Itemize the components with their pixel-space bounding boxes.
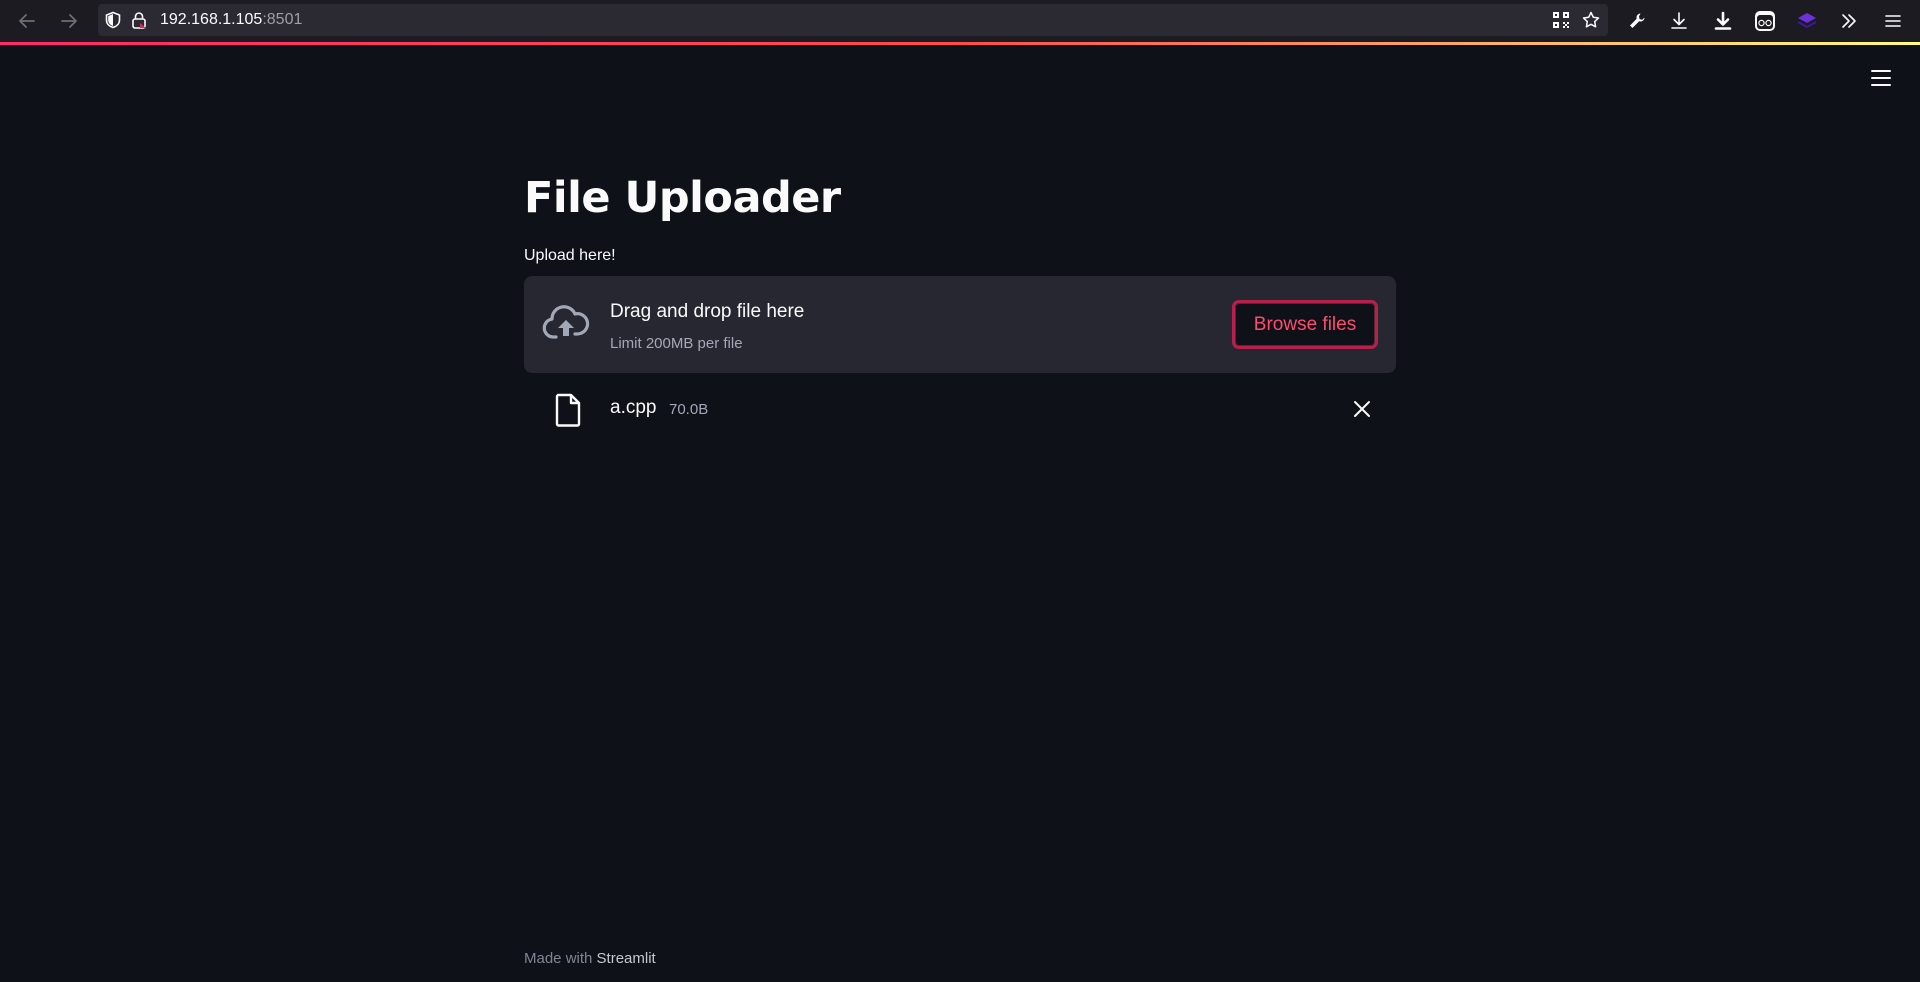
file-dropzone[interactable]: Drag and drop file here Limit 200MB per … bbox=[524, 276, 1396, 373]
url-bar[interactable]: 192.168.1.105:8501 bbox=[98, 4, 1608, 36]
file-size: 70.0B bbox=[669, 401, 709, 418]
layers-icon bbox=[1797, 13, 1817, 29]
back-button[interactable] bbox=[14, 8, 40, 34]
remove-file-button[interactable] bbox=[1348, 395, 1376, 423]
download-icon bbox=[1671, 12, 1687, 29]
browser-toolbar: 192.168.1.105:8501 bbox=[0, 0, 1920, 42]
page-load-bar bbox=[0, 42, 1920, 45]
chevrons-right-icon bbox=[1842, 14, 1856, 28]
download-manager-button[interactable] bbox=[1710, 8, 1736, 34]
hamburger-icon bbox=[1885, 15, 1901, 27]
footer: Made with Streamlit bbox=[524, 950, 656, 967]
tools-button[interactable] bbox=[1624, 8, 1650, 34]
arrow-right-icon bbox=[61, 14, 77, 28]
streamlit-link[interactable]: Streamlit bbox=[597, 950, 656, 967]
lock-icon[interactable] bbox=[130, 11, 148, 29]
arrow-left-icon bbox=[19, 14, 35, 28]
footer-made-with: Made with bbox=[524, 950, 593, 967]
cloud-upload-icon bbox=[542, 305, 590, 339]
url-host: 192.168.1.105 bbox=[160, 11, 263, 28]
browse-files-button[interactable]: Browse files bbox=[1232, 300, 1378, 349]
page-title: File Uploader bbox=[524, 173, 841, 223]
uploader-label: Upload here! bbox=[524, 247, 616, 264]
hamburger-icon bbox=[1871, 70, 1891, 86]
shield-icon[interactable] bbox=[104, 11, 122, 29]
wrench-icon bbox=[1630, 13, 1645, 28]
download-bold-icon bbox=[1714, 11, 1732, 30]
star-icon[interactable] bbox=[1582, 11, 1600, 29]
main-content: File Uploader Upload here! Drag and drop… bbox=[524, 168, 1396, 449]
overflow-button[interactable] bbox=[1836, 8, 1862, 34]
layers-extension-button[interactable] bbox=[1794, 8, 1820, 34]
dropzone-limit: Limit 200MB per file bbox=[610, 335, 743, 352]
forward-button[interactable] bbox=[56, 8, 82, 34]
app-main-menu-button[interactable] bbox=[1868, 66, 1894, 90]
uploaded-file-item: a.cpp 70.0B bbox=[524, 373, 1396, 449]
url-text[interactable]: 192.168.1.105:8501 bbox=[160, 11, 302, 29]
downloads-button[interactable] bbox=[1666, 8, 1692, 34]
close-icon bbox=[1354, 401, 1370, 417]
url-port: :8501 bbox=[262, 11, 303, 28]
browser-menu-button[interactable] bbox=[1880, 8, 1906, 34]
extension-icon bbox=[1755, 11, 1775, 31]
dropzone-instruction: Drag and drop file here bbox=[610, 301, 805, 322]
qr-code-icon[interactable] bbox=[1552, 11, 1570, 29]
file-name: a.cpp bbox=[610, 397, 657, 418]
file-icon bbox=[555, 393, 581, 427]
extension-button[interactable] bbox=[1752, 8, 1778, 34]
